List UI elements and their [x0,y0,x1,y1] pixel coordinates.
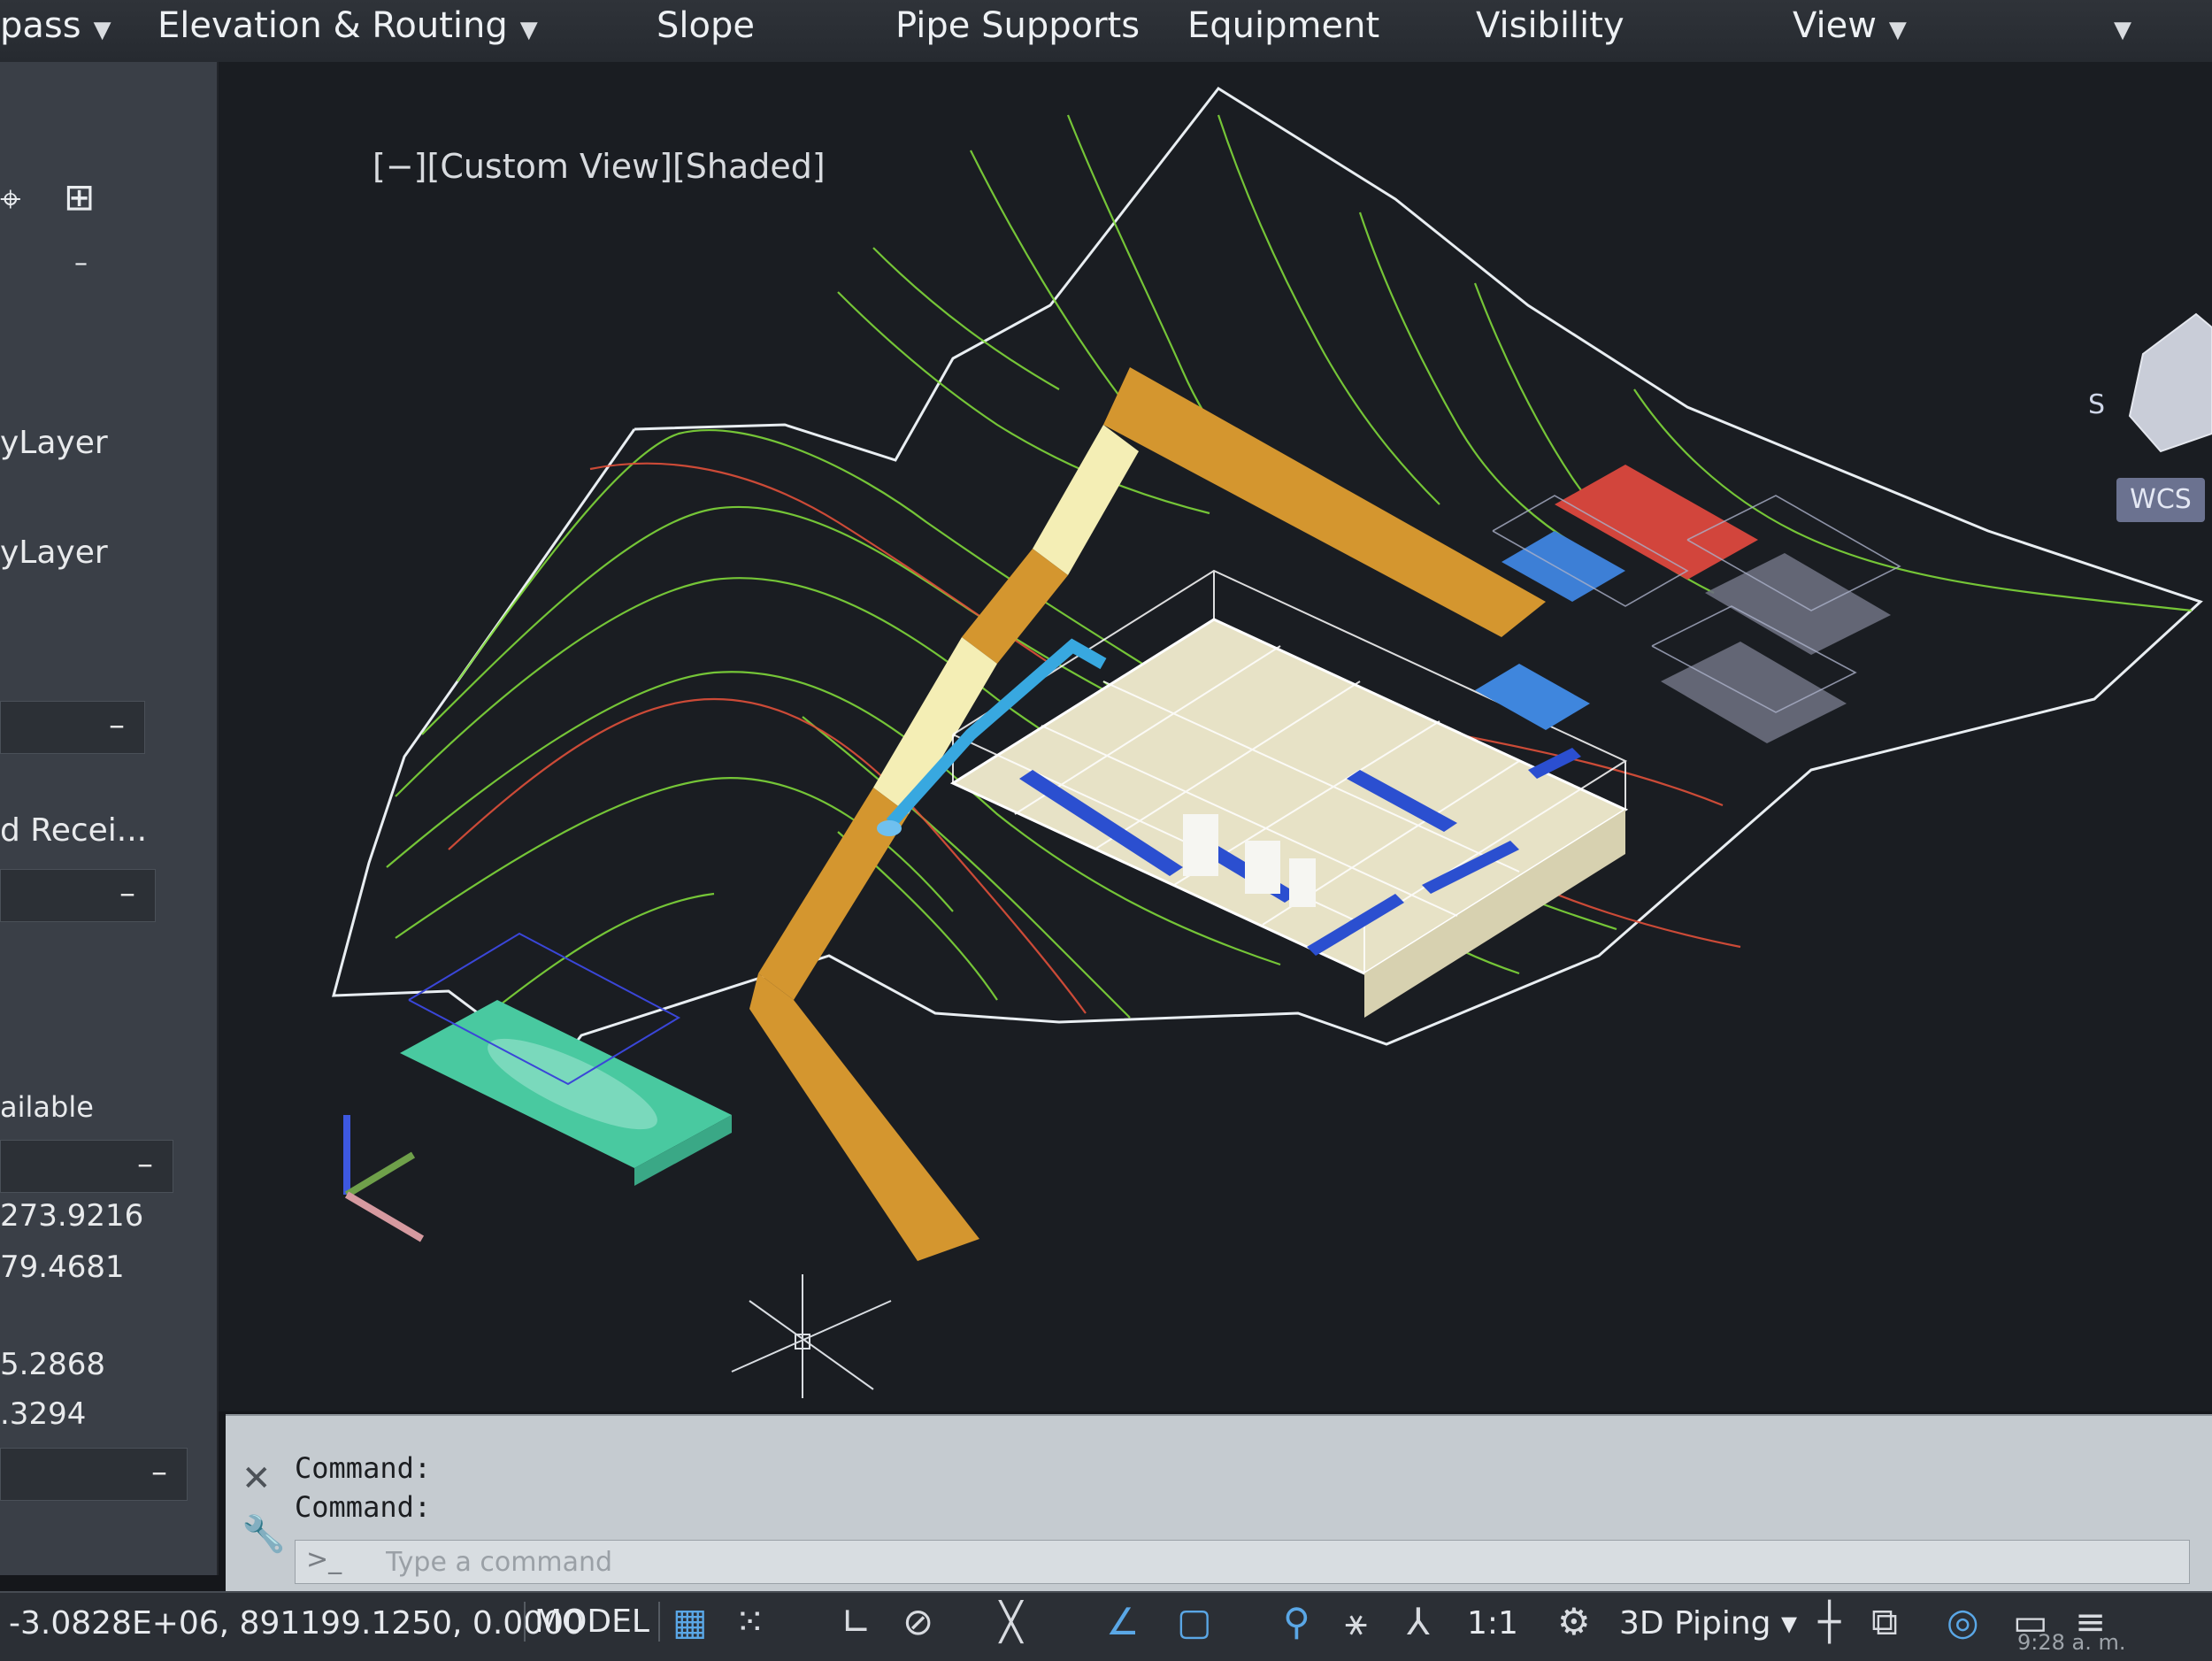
palette-section-bar[interactable]: – [0,1448,188,1501]
command-input[interactable] [384,1546,2069,1578]
palette-section-bar[interactable]: – [0,1140,173,1193]
crosshair-icon[interactable]: ⌖ [0,177,21,221]
compass-south-label: S [2088,389,2106,420]
autoscale-icon[interactable]: ⚹ [1345,1600,1367,1644]
ribbon-tab-elevation-routing[interactable]: Elevation & Routing ▼ [157,5,538,46]
ribbon-tab-pipe-supports[interactable]: Pipe Supports [895,5,1140,46]
command-window: ✕ 🔧 Command: Command: >_ [226,1414,2212,1593]
ribbon-tab-label: View [1793,5,1877,46]
lineweight-icon[interactable]: ∠ [1106,1600,1140,1643]
layer-value-2[interactable]: yLayer [0,534,108,571]
received-value: d Recei... [0,812,148,849]
command-input-box[interactable]: >_ [295,1540,2190,1584]
ribbon-tab-visibility[interactable]: Visibility [1476,5,1624,46]
ribbon-tab-label: Elevation & Routing [157,5,508,46]
drawing-viewport[interactable]: [−][Custom View][Shaded] [219,62,2212,1411]
viewport-controls-label[interactable]: [−][Custom View][Shaded] [373,147,826,186]
hardware-acceleration-icon[interactable]: ◎ [1947,1600,1979,1643]
ribbon-tab-equipment[interactable]: Equipment [1187,5,1379,46]
access-road-segment [1033,425,1139,575]
workspace-switch[interactable]: 3D Piping ▾ [1619,1605,1797,1642]
ribbon-tab-label: Slope [657,5,755,46]
ribbon-tab-label: pass [0,5,81,46]
ribbon-tab-label: Visibility [1476,5,1624,46]
collapse-icon[interactable]: – [74,248,88,279]
quick-select-icon[interactable]: ⊞ [64,175,95,219]
collapse-icon: – [119,875,135,911]
coordinate-readout[interactable]: -3.0828E+06, 891199.1250, 0.0000 [9,1605,584,1642]
wrench-icon[interactable]: 🔧 [242,1513,286,1555]
model-canvas[interactable] [219,62,2212,1411]
snap-icon[interactable]: ⁙ [734,1600,765,1643]
palette-section-bar[interactable]: – [0,701,145,754]
command-history-line: Command: [295,1451,432,1485]
property-value-4: .3294 [0,1396,87,1432]
ribbon-tab-view[interactable]: View ▼ [1793,5,1907,46]
chevron-down-icon: ▼ [519,17,538,43]
annotation-visibility-icon[interactable]: ⚲ [1283,1600,1310,1643]
status-bar: -3.0828E+06, 891199.1250, 0.0000 MODEL ▦… [0,1591,2212,1661]
properties-palette: ⌖ ⊞ – yLayer yLayer – d Recei... – ailab… [0,62,219,1575]
collapse-icon: – [109,707,125,743]
ribbon-tab-slope[interactable]: Slope [657,5,755,46]
chevron-down-icon: ▼ [93,17,111,43]
system-clock: 9:28 a. m. [2017,1630,2126,1655]
model-space-button[interactable]: MODEL [524,1602,660,1642]
close-icon[interactable]: ✕ [242,1458,272,1499]
palette-section-bar[interactable]: – [0,869,156,922]
property-value-1: 273.9216 [0,1198,144,1234]
pipe-end [877,820,902,836]
chevron-down-icon: ▼ [1888,17,1907,43]
workspace-label: 3D Piping [1619,1605,1771,1642]
annotation-scale-icon[interactable]: ⅄ [1407,1600,1430,1643]
layer-value-1[interactable]: yLayer [0,425,108,461]
ribbon-tab-label: Pipe Supports [895,5,1141,46]
blue-pad-small [1475,664,1590,730]
wcs-menu[interactable]: WCS [2116,478,2205,522]
ucs-icon [343,1115,425,1242]
access-road-segment [758,788,909,1000]
command-history-line: Command: [295,1490,432,1524]
osnap-icon[interactable]: ╳ [1000,1600,1022,1643]
transparency-icon[interactable]: ▢ [1177,1600,1212,1643]
collapse-icon: – [137,1146,153,1182]
polar-tracking-icon[interactable]: ⊘ [902,1600,933,1643]
property-value-3: 5.2868 [0,1347,105,1382]
annotation-scale-select[interactable]: 1:1 [1467,1605,1518,1642]
ribbon-expand-button[interactable]: ▼ [2101,5,2131,46]
ribbon-tab-label: Equipment [1187,5,1380,46]
ortho-icon[interactable]: ∟ [841,1600,872,1643]
isolate-icon[interactable]: ⧉ [1871,1600,1898,1644]
view-cube [2128,312,2212,453]
property-value-2: 79.4681 [0,1250,125,1285]
ribbon-tab-bypass[interactable]: pass ▼ [0,5,111,46]
collapse-icon: – [151,1454,167,1490]
available-label: ailable [0,1090,94,1124]
command-prompt-icon: >_ [306,1544,342,1575]
gear-icon[interactable]: ⚙ [1557,1600,1591,1643]
plus-icon[interactable]: ┼ [1818,1600,1840,1643]
grid-icon[interactable]: ▦ [672,1600,708,1643]
chevron-down-icon: ▼ [2114,17,2131,43]
ribbon-tabs: pass ▼ Elevation & Routing ▼ Slope Pipe Su… [0,0,2212,63]
cursor-crosshair [731,1274,892,1398]
access-road-segment [749,973,979,1261]
gray-structures [1661,553,1891,743]
